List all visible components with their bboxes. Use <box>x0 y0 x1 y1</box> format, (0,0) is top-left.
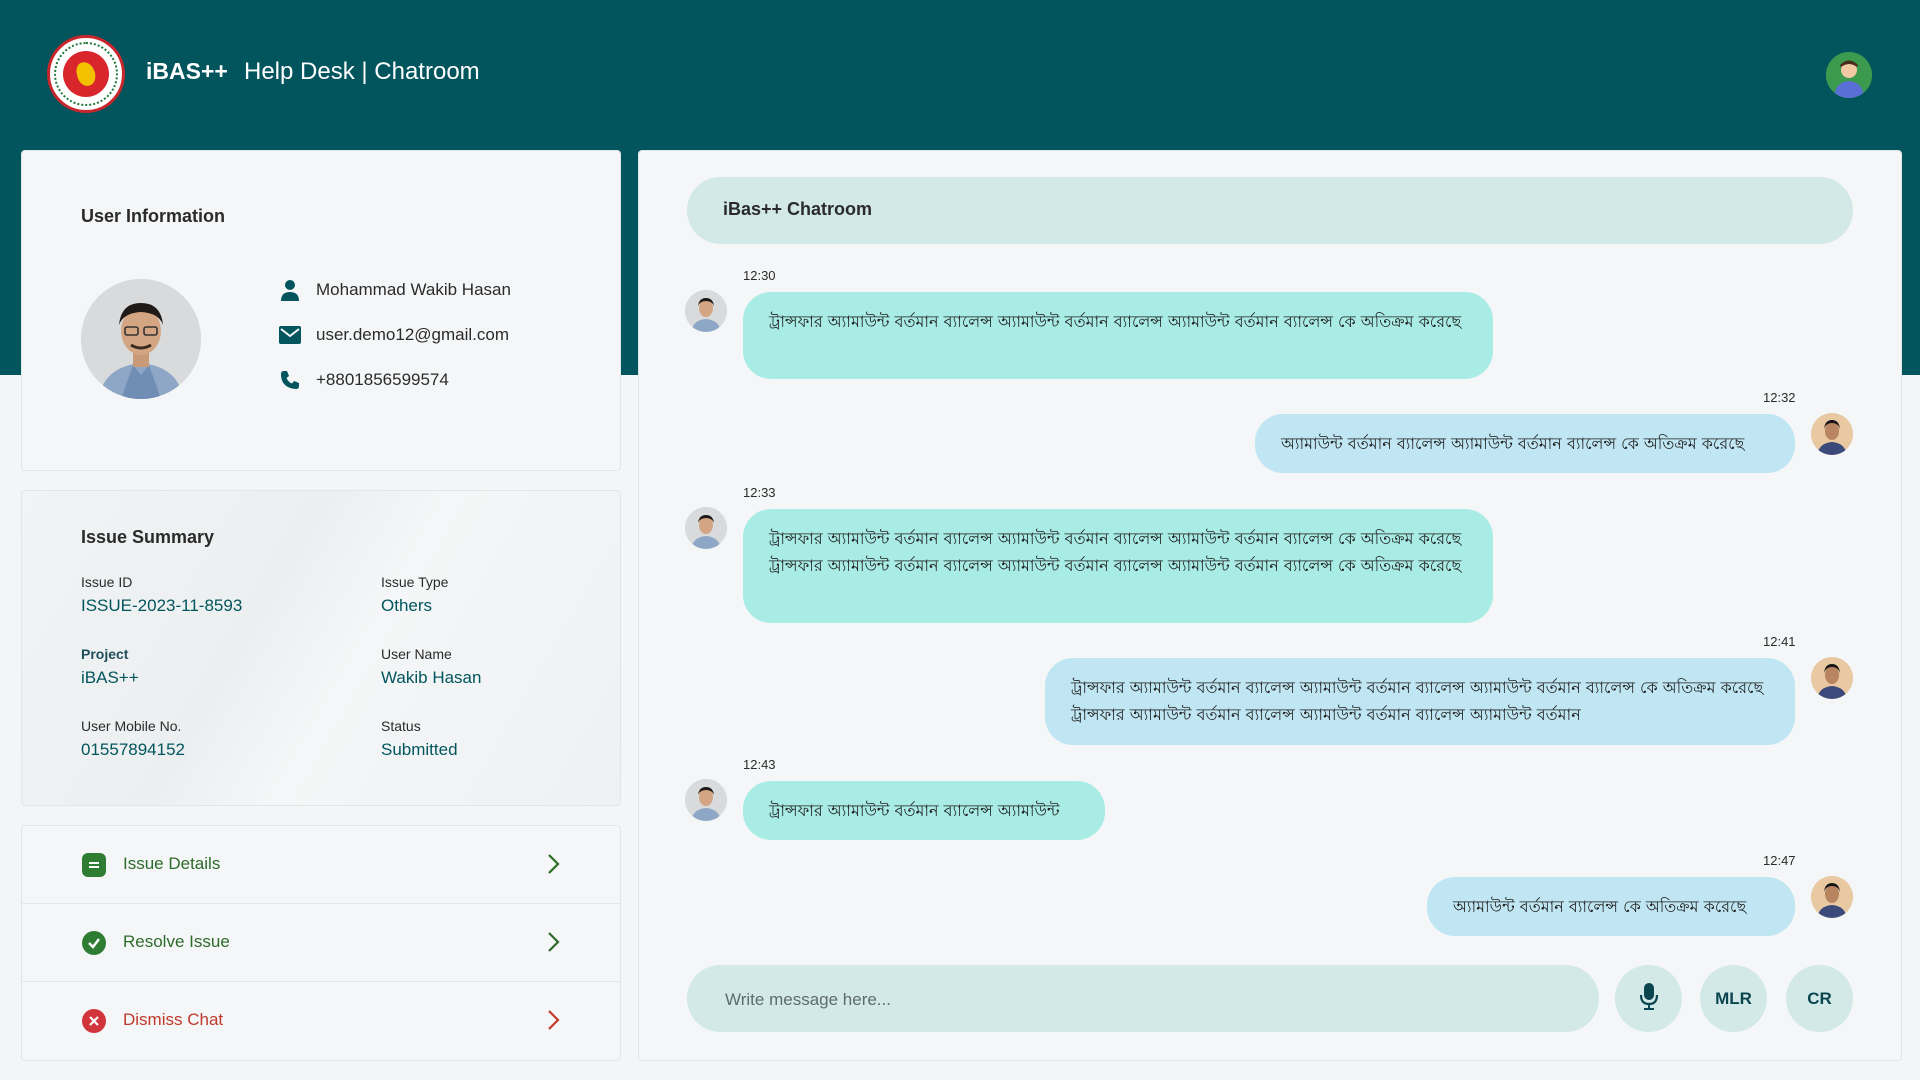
field-label: User Name <box>381 646 452 662</box>
agent-avatar <box>685 507 727 549</box>
status-field: Status Submitted <box>381 718 458 760</box>
field-label: Issue Type <box>381 574 449 590</box>
user-phone-row: +8801856599574 <box>279 369 449 391</box>
chevron-right-icon <box>540 1007 566 1033</box>
user-avatar <box>1811 876 1853 918</box>
field-value: ISSUE-2023-11-8593 <box>81 596 243 615</box>
document-icon <box>82 853 106 877</box>
message-bubble-incoming: ট্রান্সফার অ্যামাউন্ট বর্তমান ব্যালেন্স … <box>743 292 1493 379</box>
message-bubble-incoming: ট্রান্সফার অ্যামাউন্ট বর্তমান ব্যালেন্স … <box>743 781 1105 840</box>
project-field: Project iBAS++ <box>81 646 139 688</box>
check-circle-icon <box>82 931 106 955</box>
message-input[interactable] <box>723 965 1567 1034</box>
message-time: 12:43 <box>743 757 776 772</box>
profile-avatar[interactable] <box>1826 52 1872 98</box>
field-value: 01557894152 <box>81 740 186 759</box>
action-label: Dismiss Chat <box>123 1010 224 1029</box>
resolve-issue-action[interactable]: Resolve Issue <box>22 904 620 982</box>
agent-avatar <box>685 290 727 332</box>
chevron-right-icon <box>540 929 566 955</box>
agent-avatar <box>685 779 727 821</box>
message-bubble-incoming: ট্রান্সফার অ্যামাউন্ট বর্তমান ব্যালেন্স … <box>743 509 1493 623</box>
app-header: iBAS++ Help Desk | Chatroom <box>0 0 1920 148</box>
user-photo <box>81 279 201 399</box>
chatroom-title: iBas++ Chatroom <box>723 199 873 219</box>
field-value: Submitted <box>381 740 458 759</box>
close-circle-icon <box>82 1009 106 1033</box>
microphone-button[interactable] <box>1615 965 1682 1032</box>
issue-details-action[interactable]: Issue Details <box>22 826 620 904</box>
field-value: Others <box>381 596 433 615</box>
user-name-row: Mohammad Wakib Hasan <box>279 279 511 301</box>
user-phone: +8801856599574 <box>316 370 449 389</box>
phone-icon <box>279 369 301 391</box>
user-mobile-field: User Mobile No. 01557894152 <box>81 718 185 760</box>
chatroom-card: iBas++ Chatroom 12:30 ট্রান্সফার অ্যামাউ… <box>638 150 1902 1061</box>
field-label: Issue ID <box>81 574 133 590</box>
person-icon <box>279 279 301 301</box>
user-avatar <box>1811 657 1853 699</box>
issue-id-field: Issue ID ISSUE-2023-11-8593 <box>81 574 242 616</box>
actions-card: Issue Details Resolve Issue Dismiss Chat <box>21 825 621 1061</box>
field-label: User Mobile No. <box>81 718 182 734</box>
message-time: 12:47 <box>1763 853 1796 868</box>
message-time: 12:32 <box>1763 390 1796 405</box>
user-information-card: User Information Mohammad Wakib Hasan us… <box>21 150 621 471</box>
action-label: Resolve Issue <box>123 932 230 951</box>
issue-summary-title: Issue Summary <box>81 527 215 547</box>
user-email-row: user.demo12@gmail.com <box>279 324 509 346</box>
message-bubble-outgoing: ট্রান্সফার অ্যামাউন্ট বর্তমান ব্যালেন্স … <box>1045 658 1795 745</box>
message-time: 12:41 <box>1763 634 1796 649</box>
message-bubble-outgoing: অ্যামাউন্ট বর্তমান ব্যালেন্স কে অতিক্রম … <box>1427 877 1795 936</box>
user-name: Mohammad Wakib Hasan <box>316 280 511 299</box>
message-bubble-outgoing: অ্যামাউন্ট বর্তমান ব্যালেন্স অ্যামাউন্ট … <box>1255 414 1795 473</box>
microphone-icon <box>1639 982 1659 1015</box>
field-value: iBAS++ <box>81 668 139 687</box>
mlr-button[interactable]: MLR <box>1700 965 1767 1032</box>
field-label: Project <box>81 646 129 662</box>
message-time: 12:33 <box>743 485 776 500</box>
field-label: Status <box>381 718 421 734</box>
message-time: 12:30 <box>743 268 776 283</box>
user-name-field: User Name Wakib Hasan <box>381 646 481 688</box>
message-composer <box>687 965 1599 1034</box>
government-logo[interactable] <box>47 35 125 113</box>
user-avatar <box>1811 413 1853 455</box>
field-value: Wakib Hasan <box>381 668 482 687</box>
cr-button[interactable]: CR <box>1786 965 1853 1032</box>
app-name: iBAS++ <box>146 58 228 84</box>
user-email: user.demo12@gmail.com <box>316 325 510 344</box>
mail-icon <box>279 324 301 346</box>
issue-summary-card: Issue Summary Issue ID ISSUE-2023-11-859… <box>21 490 621 806</box>
page-title: Help Desk | Chatroom <box>244 58 480 85</box>
chevron-right-icon <box>540 851 566 877</box>
dismiss-chat-action[interactable]: Dismiss Chat <box>22 982 620 1060</box>
action-label: Issue Details <box>123 854 221 873</box>
chatroom-header: iBas++ Chatroom <box>687 177 1853 244</box>
issue-type-field: Issue Type Others <box>381 574 448 616</box>
user-information-title: User Information <box>81 206 226 226</box>
